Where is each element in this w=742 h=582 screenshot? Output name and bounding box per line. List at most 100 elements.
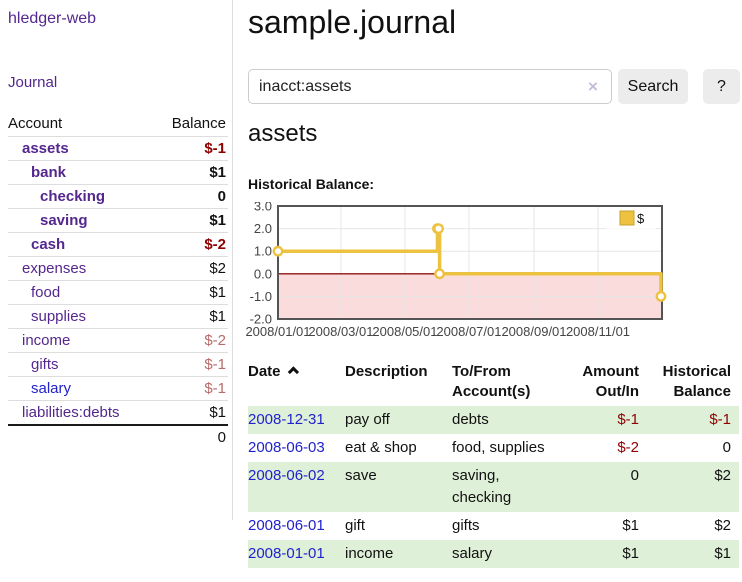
balance-cell: $-1 <box>647 406 739 434</box>
data-point-marker <box>657 292 665 300</box>
register-row: 2008-12-31pay offdebts$-1$-1 <box>248 406 739 434</box>
account-row: assets$-1 <box>8 137 228 161</box>
x-tick-label: 2008/05/01 <box>372 324 437 339</box>
page-title: sample.journal <box>248 4 742 41</box>
account-name-cell: supplies <box>8 305 155 329</box>
accounts-header-account: Account <box>8 112 155 137</box>
accounts-total-row: 0 <box>8 425 228 449</box>
account-name-cell: gifts <box>8 353 155 377</box>
account-balance: $1 <box>155 281 228 305</box>
date-link[interactable]: 2008-06-03 <box>248 439 325 456</box>
account-row: gifts $-1 <box>8 353 228 377</box>
account-link[interactable]: salary <box>31 380 71 397</box>
clear-search-icon[interactable]: × <box>583 77 603 97</box>
legend-swatch <box>620 211 634 225</box>
date-cell: 2008-01-01 <box>248 540 345 568</box>
account-link[interactable]: expenses <box>22 260 86 277</box>
x-tick-label: 2008/07/01 <box>436 324 501 339</box>
amount-cell: $1 <box>560 540 647 568</box>
account-name-cell: food <box>8 281 155 305</box>
sort-ascending-icon <box>287 366 298 377</box>
account-balance: $-1 <box>155 377 228 401</box>
account-name-cell: liabilities:debts <box>8 401 155 426</box>
account-name-cell: cash <box>8 233 155 257</box>
register-header-balance[interactable]: Historical Balance <box>647 360 739 406</box>
date-link[interactable]: 2008-06-01 <box>248 517 325 534</box>
search-button[interactable]: Search <box>618 69 688 104</box>
account-link[interactable]: liabilities:debts <box>22 404 120 421</box>
accounts-cell: food, supplies <box>452 434 560 462</box>
legend-label: $ <box>637 211 645 226</box>
account-link[interactable]: saving <box>40 212 88 229</box>
chart-canvas: $3.02.01.00.0-1.0-2.02008/01/012008/03/0… <box>242 202 722 344</box>
search-input[interactable] <box>248 69 612 104</box>
account-link[interactable]: bank <box>31 164 66 181</box>
register-header-amount[interactable]: Amount Out/In <box>560 360 647 406</box>
sidebar: hledger-web Journal Account Balance asse… <box>0 0 233 520</box>
description-cell: gift <box>345 512 452 540</box>
sidebar-item-journal[interactable]: Journal <box>8 74 57 91</box>
account-balance: $-1 <box>155 353 228 377</box>
balance-cell: 0 <box>647 434 739 462</box>
y-tick-label: 1.0 <box>254 244 272 259</box>
main-content: sample.journal × Search ? assets Histori… <box>233 0 742 582</box>
account-balance: 0 <box>155 185 228 209</box>
account-row: salary $-1 <box>8 377 228 401</box>
account-name-cell: saving <box>8 209 155 233</box>
account-balance: $1 <box>155 161 228 185</box>
register-table: Date Description To/From Account(s) Amou… <box>248 360 739 568</box>
total-label-cell <box>8 425 155 449</box>
account-row: income $-2 <box>8 329 228 353</box>
amount-cell: 0 <box>560 462 647 512</box>
account-balance: $1 <box>155 401 228 426</box>
date-link[interactable]: 2008-01-01 <box>248 545 325 562</box>
account-link[interactable]: cash <box>31 236 65 253</box>
accounts-header-balance: Balance <box>155 112 228 137</box>
x-tick-label: 2008/11/01 <box>566 324 630 339</box>
date-cell: 2008-12-31 <box>248 406 345 434</box>
description-cell: income <box>345 540 452 568</box>
date-cell: 2008-06-02 <box>248 462 345 512</box>
y-tick-label: 0.0 <box>254 266 272 281</box>
account-name-cell: checking <box>8 185 155 209</box>
register-header-accounts[interactable]: To/From Account(s) <box>452 360 560 406</box>
x-tick-label: 2008/09/01 <box>501 324 566 339</box>
y-tick-label: 3.0 <box>254 202 272 214</box>
date-link[interactable]: 2008-06-02 <box>248 467 325 484</box>
account-link[interactable]: gifts <box>31 356 59 373</box>
account-link[interactable]: income <box>22 332 70 349</box>
account-link[interactable]: checking <box>40 188 105 205</box>
account-link[interactable]: food <box>31 284 60 301</box>
account-row: supplies $1 <box>8 305 228 329</box>
accounts-cell: gifts <box>452 512 560 540</box>
account-balance: $-2 <box>155 329 228 353</box>
app-title[interactable]: hledger-web <box>8 10 232 28</box>
amount-cell: $-2 <box>560 434 647 462</box>
accounts-cell: salary <box>452 540 560 568</box>
account-row: bank $1 <box>8 161 228 185</box>
account-name-cell: expenses <box>8 257 155 281</box>
balance-cell: $2 <box>647 512 739 540</box>
data-point-marker <box>434 224 442 232</box>
account-name-cell: salary <box>8 377 155 401</box>
account-name-cell: income <box>8 329 155 353</box>
account-row: cash$-2 <box>8 233 228 257</box>
register-header-date[interactable]: Date <box>248 360 345 406</box>
register-row: 2008-06-02savesaving, checking0$2 <box>248 462 739 512</box>
help-button[interactable]: ? <box>703 69 740 104</box>
data-point-marker <box>274 247 282 255</box>
account-balance: $1 <box>155 305 228 329</box>
balance-cell: $1 <box>647 540 739 568</box>
y-tick-label: 2.0 <box>254 221 272 236</box>
account-link[interactable]: assets <box>22 140 69 157</box>
description-cell: pay off <box>345 406 452 434</box>
register-header-description[interactable]: Description <box>345 360 452 406</box>
date-link[interactable]: 2008-12-31 <box>248 411 325 428</box>
account-row: expenses$2 <box>8 257 228 281</box>
chart-title: Historical Balance: <box>248 176 374 192</box>
account-link[interactable]: supplies <box>31 308 86 325</box>
register-row: 2008-06-01giftgifts$1$2 <box>248 512 739 540</box>
account-heading: assets <box>248 120 317 148</box>
date-cell: 2008-06-01 <box>248 512 345 540</box>
account-row: food $1 <box>8 281 228 305</box>
